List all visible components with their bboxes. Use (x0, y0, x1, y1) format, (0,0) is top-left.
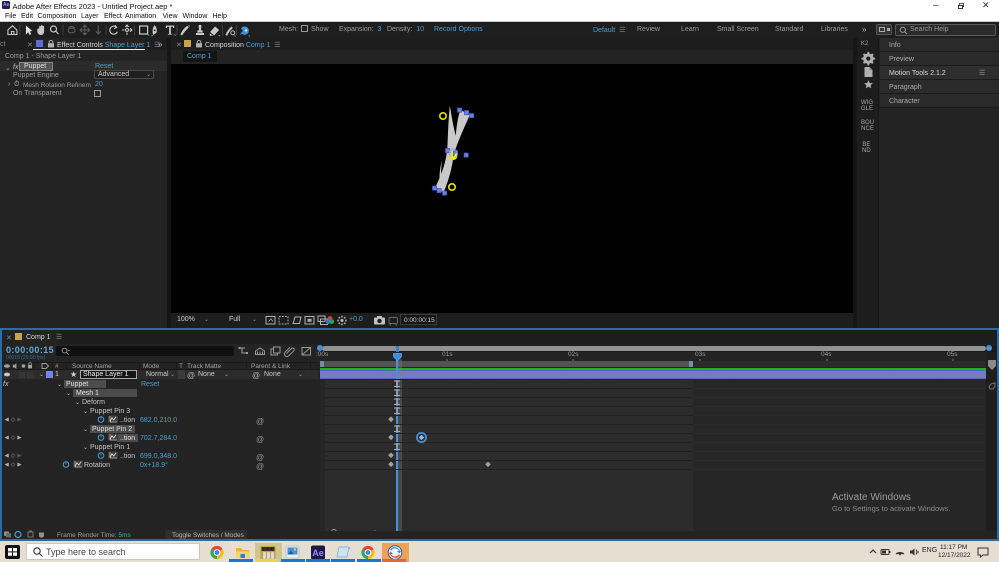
svg-text:Ae: Ae (312, 548, 324, 558)
